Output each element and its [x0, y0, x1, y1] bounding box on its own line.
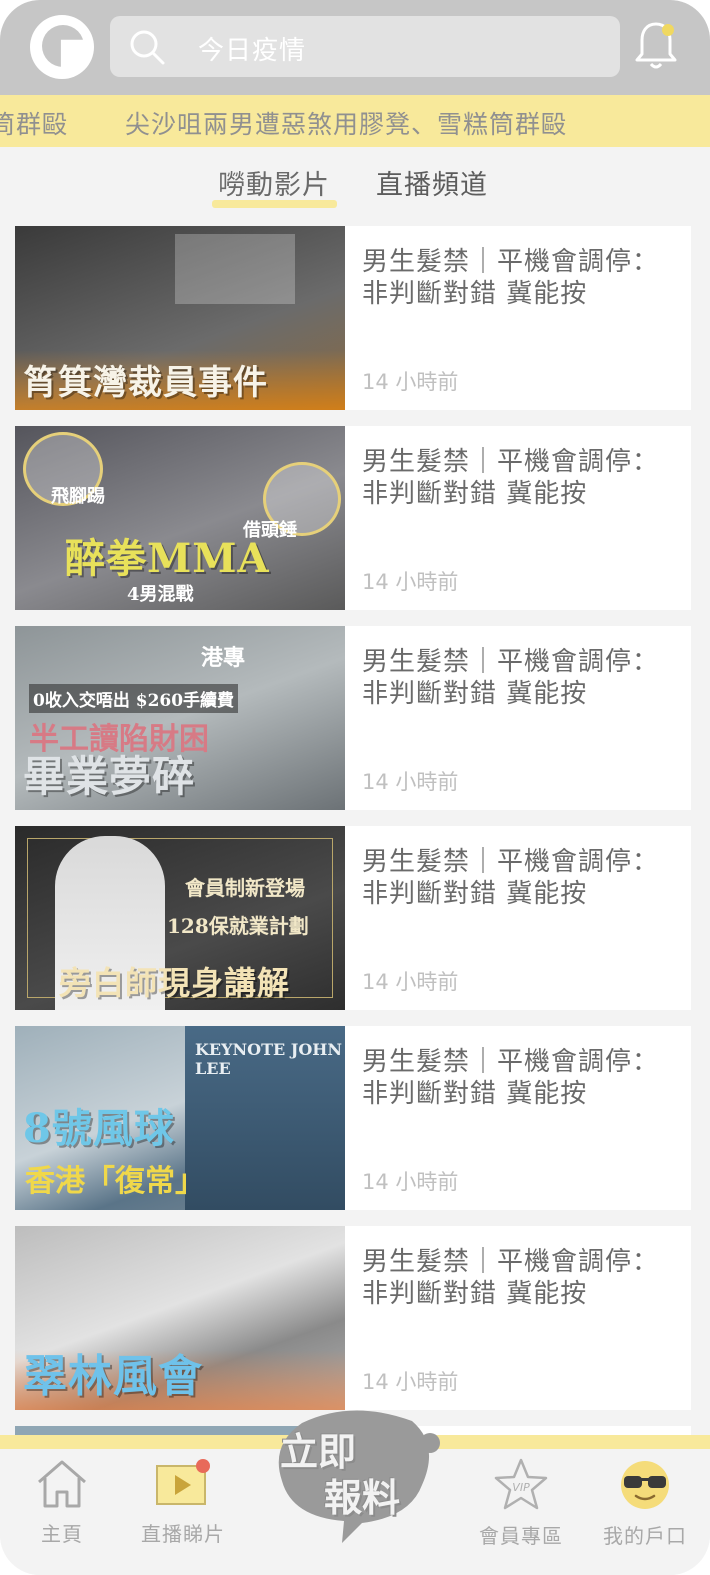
nav-live-label: 直播睇片	[141, 1522, 225, 1546]
live-dot	[196, 1459, 210, 1473]
video-timestamp: 14 小時前	[362, 370, 459, 394]
search-icon	[130, 30, 165, 65]
video-card[interactable]: 港專 0收入交唔出 $260手續費 半工讀陷財困 畢業夢碎 男生髮禁｜平機會調停…	[15, 626, 691, 810]
nav-vip-label: 會員專區	[479, 1524, 563, 1548]
thumbnail-subcaption: 128保就業計劃	[167, 914, 309, 938]
video-thumbnail: KEYNOTE JOHN LEE 8號風球 香港「復常」	[15, 1026, 345, 1210]
video-title: 男生髮禁｜平機會調停：非判斷對錯 冀能按	[362, 847, 660, 909]
thumbnail-brand: 港專	[201, 645, 246, 671]
video-card[interactable]: 飛腳踢 借頭錘 醉拳MMA 4男混戰 男生髮禁｜平機會調停：非判斷對錯 冀能按 …	[15, 426, 691, 610]
thumbnail-subcaption: 4男混戰	[127, 584, 194, 605]
bell-icon[interactable]	[632, 18, 680, 74]
home-icon	[38, 1460, 86, 1508]
tab-videos[interactable]: 嘮動影片	[218, 163, 330, 202]
notification-dot	[662, 24, 674, 36]
vip-star-icon: VIP	[494, 1458, 548, 1510]
thumbnail-caption: 翠林風會	[23, 1351, 203, 1402]
ticker-fragment: 筒群毆	[0, 110, 69, 139]
thumbnail-caption: 畢業夢碎	[23, 752, 196, 801]
search-bar[interactable]: 今日疫情	[110, 16, 620, 77]
nav-home-label: 主頁	[41, 1522, 83, 1546]
video-card[interactable]: 翠林風會 男生髮禁｜平機會調停：非判斷對錯 冀能按 14 小時前	[15, 1226, 691, 1410]
video-title: 男生髮禁｜平機會調停：非判斷對錯 冀能按	[362, 247, 660, 309]
video-card[interactable]: 會員制新登場 128保就業計劃 旁白師現身講解 男生髮禁｜平機會調停：非判斷對錯…	[15, 826, 691, 1010]
thumbnail-scene	[175, 234, 295, 304]
active-tab-indicator	[212, 200, 337, 208]
thumbnail-subcaption: 會員制新登場	[185, 876, 305, 900]
news-ticker[interactable]: 筒群毆 尖沙咀兩男遭惡煞用膠凳、雪糕筒群毆	[0, 95, 710, 147]
video-timestamp: 14 小時前	[362, 1370, 459, 1394]
thumbnail-subcaption: 0收入交唔出 $260手續費	[29, 684, 239, 713]
video-timestamp: 14 小時前	[362, 770, 459, 794]
video-card[interactable]: KEYNOTE JOHN LEE 8號風球 香港「復常」 男生髮禁｜平機會調停：…	[15, 1026, 691, 1210]
nav-account-label: 我的戶口	[603, 1524, 687, 1548]
nav-vip[interactable]: VIP 會員專區	[456, 1458, 586, 1549]
video-thumbnail: 港專 0收入交唔出 $260手續費 半工讀陷財困 畢業夢碎	[15, 626, 345, 810]
thumbnail-caption: 醉拳MMA	[65, 535, 270, 582]
content-tabs: 嘮動影片 直播頻道	[0, 147, 710, 217]
ticker-headline: 尖沙咀兩男遭惡煞用膠凳、雪糕筒群毆	[125, 110, 568, 139]
app-logo[interactable]	[30, 15, 94, 79]
thumbnail-caption: 8號風球	[23, 1105, 175, 1152]
video-timestamp: 14 小時前	[362, 1170, 459, 1194]
logo-mark-icon	[42, 25, 84, 67]
thumbnail-subcaption: KEYNOTE JOHN LEE	[195, 1040, 343, 1078]
thumbnail-subcaption: 飛腳踢	[51, 486, 105, 507]
video-thumbnail: 飛腳踢 借頭錘 醉拳MMA 4男混戰	[15, 426, 345, 610]
video-title: 男生髮禁｜平機會調停：非判斷對錯 冀能按	[362, 1047, 660, 1109]
top-header: 今日疫情	[0, 0, 710, 95]
video-timestamp: 14 小時前	[362, 570, 459, 594]
video-thumbnail: 翠林風會	[15, 1226, 345, 1410]
video-card[interactable]: 筲箕灣裁員事件 男生髮禁｜平機會調停：非判斷對錯 冀能按 14 小時前	[15, 226, 691, 410]
video-title: 男生髮禁｜平機會調停：非判斷對錯 冀能按	[362, 1247, 660, 1309]
nav-home[interactable]: 主頁	[0, 1458, 127, 1547]
report-line-2: 報料	[324, 1475, 401, 1520]
thumbnail-caption: 筲箕灣裁員事件	[23, 363, 268, 403]
thumbnail-subcaption: 香港「復常」	[25, 1164, 205, 1199]
video-play-icon	[156, 1459, 210, 1505]
video-thumbnail: 會員制新登場 128保就業計劃 旁白師現身講解	[15, 826, 345, 1010]
video-thumbnail: 筲箕灣裁員事件	[15, 226, 345, 410]
search-query-text: 今日疫情	[198, 36, 307, 66]
nav-live[interactable]: 直播睇片	[118, 1458, 248, 1547]
app-screen: 今日疫情 筒群毆 尖沙咀兩男遭惡煞用膠凳、雪糕筒群毆 嘮動影片 直播頻道 筲箕灣…	[0, 0, 710, 1575]
report-now-button[interactable]: 立即 報料	[262, 1405, 442, 1545]
nav-account[interactable]: 我的戶口	[580, 1458, 710, 1549]
video-title: 男生髮禁｜平機會調停：非判斷對錯 冀能按	[362, 447, 660, 509]
video-timestamp: 14 小時前	[362, 970, 459, 994]
video-title: 男生髮禁｜平機會調停：非判斷對錯 冀能按	[362, 647, 660, 709]
vip-badge-text: VIP	[512, 1481, 530, 1494]
thumbnail-caption: 旁白師現身講解	[59, 964, 291, 1002]
tab-live-channels[interactable]: 直播頻道	[376, 163, 488, 202]
avatar-icon	[621, 1461, 669, 1509]
